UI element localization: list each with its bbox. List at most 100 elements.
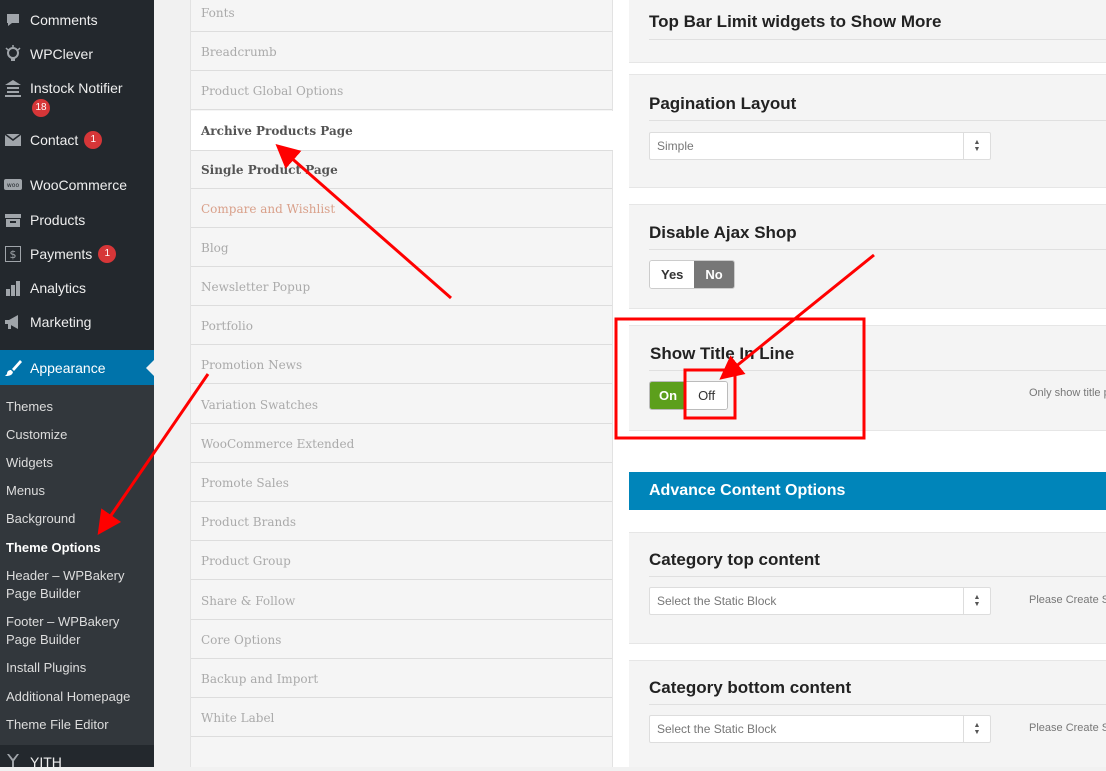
help-text: Please Create S (1029, 594, 1106, 606)
options-nav-promote-sales[interactable]: Promote Sales (191, 464, 612, 502)
options-nav-promotion-news[interactable]: Promotion News (191, 346, 612, 384)
mail-icon (4, 131, 22, 149)
divider (649, 39, 1106, 40)
options-nav-backup-import[interactable]: Backup and Import (191, 660, 612, 698)
woo-icon: woo (4, 176, 22, 194)
off-button[interactable]: Off (686, 382, 728, 409)
sidebar-item-label: Analytics (30, 280, 87, 296)
divider (649, 249, 1106, 250)
help-text: Only show title p (1029, 387, 1106, 399)
submenu-item-header-builder[interactable]: Header – WPBakery Page Builder (6, 567, 151, 603)
divider (649, 370, 1106, 371)
sidebar-item-label: YITH (30, 754, 62, 770)
submenu-item-themes[interactable]: Themes (6, 398, 151, 416)
options-nav-product-brands[interactable]: Product Brands (191, 503, 612, 541)
select-placeholder: Select the Static Block (657, 722, 777, 736)
sidebar-item-yith[interactable]: YITH (0, 745, 154, 770)
on-button[interactable]: On (650, 382, 687, 409)
options-nav-woocommerce-extended[interactable]: WooCommerce Extended (191, 425, 612, 463)
svg-text:$: $ (10, 248, 17, 261)
submenu-item-theme-file-editor[interactable]: Theme File Editor (6, 716, 151, 734)
category-top-select[interactable]: Select the Static Block ▲ ▼ (649, 587, 991, 615)
notification-badge: 1 (84, 131, 103, 149)
sidebar-item-label: Appearance (30, 359, 106, 376)
select-placeholder: Select the Static Block (657, 594, 777, 608)
sidebar-item-label: WPClever (30, 46, 94, 62)
setting-category-bottom-content: Category bottom content Select the Stati… (629, 660, 1106, 767)
setting-disable-ajax-shop: Disable Ajax Shop Yes No (629, 204, 1106, 309)
options-nav-newsletter-popup[interactable]: Newsletter Popup (191, 268, 612, 306)
submenu-item-install-plugins[interactable]: Install Plugins (6, 659, 151, 677)
admin-sidebar: Comments WPClever Instock Notifier 18 Co… (0, 0, 154, 770)
sidebar-item-payments[interactable]: $ Payments 1 (0, 245, 154, 263)
archive-icon (4, 211, 22, 229)
appearance-submenu: Themes Customize Widgets Menus Backgroun… (0, 385, 154, 745)
instock-icon (4, 79, 22, 97)
sidebar-item-comments[interactable]: Comments (0, 11, 154, 29)
current-menu-pointer (146, 360, 154, 376)
select-arrows-icon: ▲ ▼ (963, 716, 990, 742)
setting-top-bar-limit: Top Bar Limit widgets to Show More (629, 0, 1106, 63)
category-bottom-select[interactable]: Select the Static Block ▲ ▼ (649, 715, 991, 743)
setting-category-top-content: Category top content Select the Static B… (629, 532, 1106, 644)
sidebar-item-label: Products (30, 212, 86, 228)
wpclever-icon (4, 45, 22, 63)
sidebar-item-marketing[interactable]: Marketing (0, 313, 154, 331)
submenu-item-menus[interactable]: Menus (6, 482, 151, 500)
submenu-item-theme-options[interactable]: Theme Options (6, 539, 151, 557)
sidebar-item-products[interactable]: Products (0, 211, 154, 229)
options-nav-portfolio[interactable]: Portfolio (191, 307, 612, 345)
options-nav-white-label[interactable]: White Label (191, 699, 612, 737)
sidebar-item-woocommerce[interactable]: woo WooCommerce (0, 176, 154, 194)
disable-ajax-toggle: Yes No (649, 260, 735, 289)
sidebar-item-label: Marketing (30, 314, 92, 330)
setting-title: Category top content (649, 550, 820, 569)
sidebar-item-instock-notifier[interactable]: Instock Notifier 18 (0, 79, 154, 119)
submenu-item-widgets[interactable]: Widgets (6, 454, 151, 472)
options-nav-fonts[interactable]: Fonts (191, 0, 612, 32)
yes-button[interactable]: Yes (650, 261, 695, 288)
sidebar-item-label: WooCommerce (30, 177, 127, 193)
options-nav-share-follow[interactable]: Share & Follow (191, 582, 612, 620)
sidebar-item-appearance[interactable]: Appearance (0, 350, 154, 385)
divider (649, 120, 1106, 121)
settings-panel: Top Bar Limit widgets to Show More Pagin… (613, 0, 1106, 767)
divider (649, 576, 1106, 577)
sidebar-item-contact[interactable]: Contact 1 (0, 131, 154, 149)
brush-icon (4, 359, 22, 377)
select-arrows-icon: ▲ ▼ (963, 588, 990, 614)
setting-title: Top Bar Limit widgets to Show More (649, 12, 942, 31)
advance-content-options-header: Advance Content Options (629, 472, 1106, 510)
options-nav-archive-products[interactable]: Archive Products Page (191, 111, 614, 151)
options-nav-product-global[interactable]: Product Global Options (191, 72, 612, 110)
options-nav-variation-swatches[interactable]: Variation Swatches (191, 386, 612, 424)
no-button[interactable]: No (694, 261, 734, 288)
select-arrows-icon: ▲ ▼ (963, 133, 990, 159)
sidebar-item-analytics[interactable]: Analytics (0, 279, 154, 297)
options-nav-core-options[interactable]: Core Options (191, 621, 612, 659)
notification-badge: 1 (98, 245, 117, 263)
sidebar-item-label: Contact (30, 132, 79, 148)
submenu-item-background[interactable]: Background (6, 510, 151, 528)
notification-badge: 18 (32, 99, 50, 117)
submenu-item-customize[interactable]: Customize (6, 426, 151, 444)
options-nav-compare-wishlist[interactable]: Compare and Wishlist (191, 190, 612, 228)
divider (649, 704, 1106, 705)
sidebar-item-wpclever[interactable]: WPClever (0, 45, 154, 63)
sidebar-item-label: Payments (30, 246, 93, 262)
show-title-toggle: On Off (649, 381, 729, 410)
pagination-layout-select[interactable]: Simple ▲ ▼ (649, 132, 991, 160)
options-nav-breadcrumb[interactable]: Breadcrumb (191, 33, 612, 71)
select-value: Simple (657, 139, 694, 153)
dollar-icon: $ (4, 245, 22, 263)
options-nav-blog[interactable]: Blog (191, 229, 612, 267)
help-text: Please Create S (1029, 722, 1106, 734)
options-nav-product-group[interactable]: Product Group (191, 542, 612, 580)
setting-title: Category bottom content (649, 678, 852, 697)
options-nav-single-product[interactable]: Single Product Page (191, 151, 612, 189)
submenu-item-footer-builder[interactable]: Footer – WPBakery Page Builder (6, 613, 151, 649)
bar-chart-icon (4, 279, 22, 297)
submenu-item-additional-homepage[interactable]: Additional Homepage (6, 688, 151, 706)
sidebar-item-label: Comments (30, 12, 98, 28)
setting-show-title-in-line: Show Title In Line On Off Only show titl… (629, 325, 1106, 431)
